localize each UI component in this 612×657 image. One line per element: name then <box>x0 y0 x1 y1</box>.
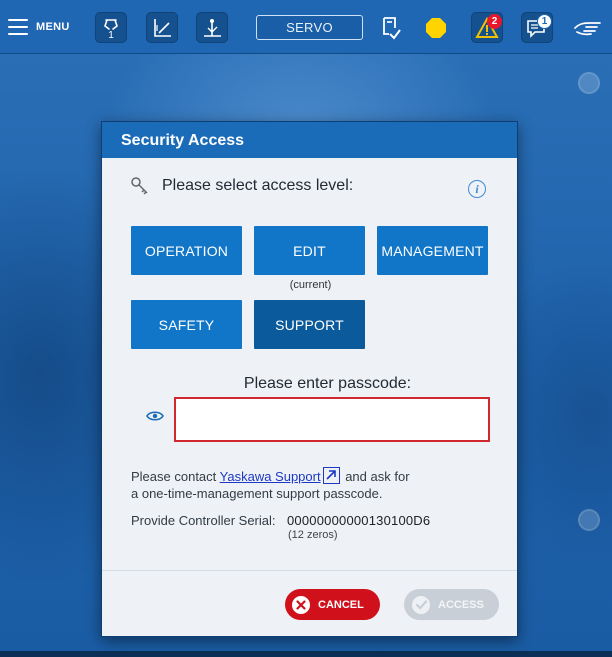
security-access-dialog: Security Access Please select access lev… <box>101 121 518 637</box>
level-support-button[interactable]: SUPPORT <box>254 300 365 349</box>
passcode-label: Please enter passcode: <box>243 375 412 392</box>
external-link-icon[interactable] <box>322 467 340 484</box>
octagon-status-icon <box>426 17 446 38</box>
current-level-note: (current) <box>289 279 332 291</box>
menu-button[interactable]: MENU <box>8 14 70 40</box>
footer-divider <box>102 570 517 571</box>
check-icon <box>412 595 430 614</box>
passcode-input[interactable] <box>174 397 490 442</box>
key-icon <box>131 177 148 195</box>
direct-teach-button[interactable] <box>570 12 606 43</box>
access-label: ACCESS <box>438 598 484 611</box>
message-count-badge: 1 <box>537 14 552 29</box>
messages-button[interactable]: 1 <box>521 12 553 43</box>
level-safety-button[interactable]: SAFETY <box>131 300 242 349</box>
background-edge <box>0 651 612 657</box>
save-check-icon <box>383 16 401 40</box>
alarm-button[interactable]: 2 <box>471 12 503 43</box>
servo-button[interactable]: SERVO <box>256 15 363 40</box>
yaskawa-support-link[interactable]: Yaskawa Support <box>220 469 321 484</box>
status-indicator[interactable] <box>420 12 452 43</box>
top-bar: MENU 1 SERVO 2 1 <box>0 0 612 54</box>
level-operation-button[interactable]: OPERATION <box>131 226 242 275</box>
dialog-title: Security Access <box>102 122 517 158</box>
contact-second-line: a one-time-management support passcode. <box>131 486 383 501</box>
close-icon <box>292 595 310 614</box>
contact-prefix: Please contact <box>131 469 220 484</box>
user-frame-icon <box>204 18 221 37</box>
access-button[interactable]: ACCESS <box>404 589 499 620</box>
info-icon[interactable]: i <box>468 180 486 198</box>
background-bolt <box>578 72 600 94</box>
cancel-button[interactable]: CANCEL <box>285 589 380 620</box>
serial-label: Provide Controller Serial: <box>131 513 276 528</box>
support-contact-text: Please contact Yaskawa Support and ask f… <box>131 467 491 502</box>
menu-label: MENU <box>36 21 70 33</box>
hand-icon <box>574 21 601 35</box>
tool-select-button[interactable]: 1 <box>95 12 127 43</box>
background-bolt <box>578 509 600 531</box>
alarm-count-badge: 2 <box>487 14 502 29</box>
level-edit-button[interactable]: EDIT <box>254 226 365 275</box>
coordinate-frame-button[interactable] <box>146 12 178 43</box>
storage-button[interactable] <box>375 12 407 43</box>
show-password-eye-icon[interactable] <box>146 409 164 423</box>
contact-suffix: and ask for <box>341 469 410 484</box>
coordinate-frame-icon <box>154 18 171 37</box>
user-frame-button[interactable] <box>196 12 228 43</box>
serial-note: (12 zeros) <box>288 529 338 541</box>
tool-number: 1 <box>108 30 114 41</box>
prompt-text: Please select access level: <box>162 177 354 194</box>
cancel-label: CANCEL <box>318 598 364 611</box>
level-management-button[interactable]: MANAGEMENT <box>377 226 488 275</box>
access-level-prompt: Please select access level: <box>130 176 353 196</box>
hamburger-icon <box>8 18 28 36</box>
serial-value: 00000000000130100D6 <box>287 513 431 528</box>
